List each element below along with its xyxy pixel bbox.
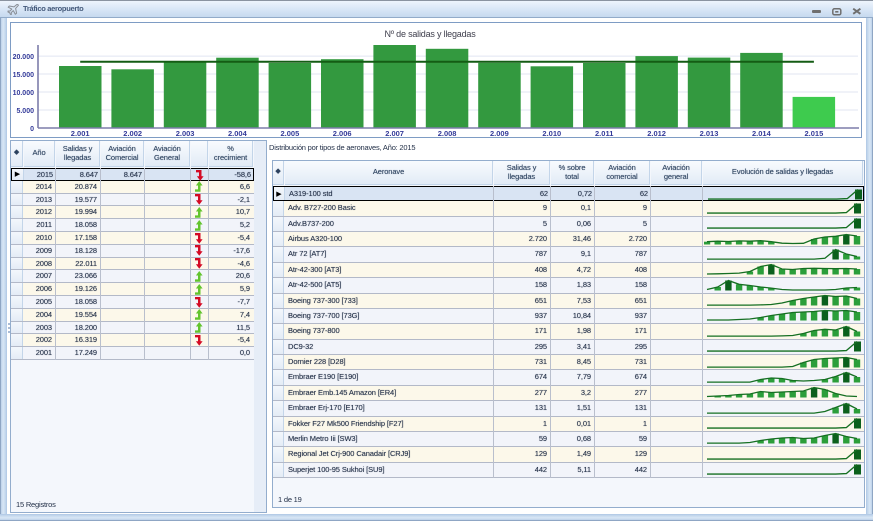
svg-text:10.000: 10.000 <box>13 90 35 97</box>
svg-text:20.000: 20.000 <box>13 54 35 61</box>
svg-text:2.015: 2.015 <box>805 129 824 137</box>
svg-text:2.008: 2.008 <box>438 129 457 137</box>
svg-text:2.001: 2.001 <box>71 129 90 137</box>
svg-text:2.011: 2.011 <box>595 129 613 137</box>
svg-text:2.006: 2.006 <box>333 129 352 137</box>
svg-text:2.009: 2.009 <box>490 129 509 137</box>
svg-text:2.003: 2.003 <box>176 129 195 137</box>
svg-text:2.014: 2.014 <box>752 129 772 137</box>
svg-text:2.005: 2.005 <box>281 129 300 137</box>
svg-text:2.007: 2.007 <box>385 129 404 137</box>
svg-text:Nº de salidas y llegadas: Nº de salidas y llegadas <box>384 29 476 39</box>
svg-text:2.002: 2.002 <box>123 129 142 137</box>
svg-text:2.012: 2.012 <box>647 129 666 137</box>
svg-text:15.000: 15.000 <box>13 72 35 79</box>
svg-text:2.010: 2.010 <box>542 129 561 137</box>
svg-text:0: 0 <box>30 126 34 133</box>
svg-text:2.013: 2.013 <box>700 129 719 137</box>
svg-text:5.000: 5.000 <box>16 108 34 115</box>
svg-text:2.004: 2.004 <box>228 129 248 137</box>
